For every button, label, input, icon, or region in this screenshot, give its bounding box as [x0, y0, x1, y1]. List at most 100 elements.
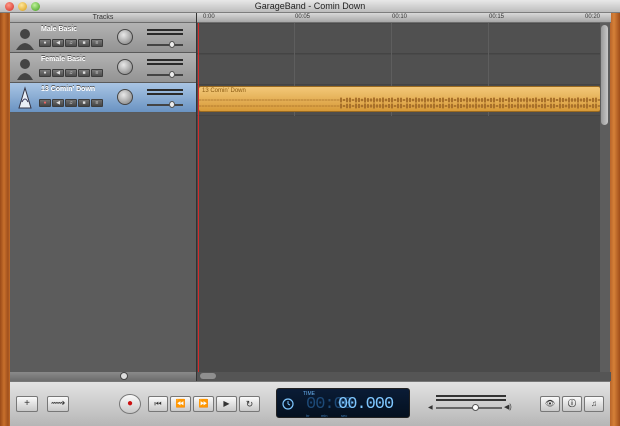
waveform-bar: [373, 97, 375, 103]
volume-slider-thumb[interactable]: [169, 41, 175, 48]
master-volume-slider[interactable]: [436, 407, 502, 409]
clock-icon[interactable]: [282, 398, 294, 410]
waveform-bar: [427, 98, 429, 102]
waveform-bar: [349, 103, 351, 109]
track-view-button[interactable]: ≡: [91, 39, 103, 47]
pan-knob[interactable]: [117, 59, 133, 75]
add-track-button[interactable]: +: [16, 396, 38, 412]
waveform-bar: [358, 103, 360, 109]
waveform-bar: [571, 98, 573, 102]
fast-forward-button[interactable]: ⏩: [193, 396, 214, 412]
waveform-bar: [238, 105, 240, 107]
track-view-button[interactable]: ≡: [91, 99, 103, 107]
volume-slider-thumb[interactable]: [169, 101, 175, 108]
vertical-scrollbar[interactable]: [600, 23, 610, 381]
waveform-bar: [487, 104, 489, 108]
audio-region[interactable]: 13 Comin' Down: [198, 86, 601, 112]
waveform-bar: [550, 103, 552, 109]
waveform-bar: [211, 99, 213, 101]
waveform-bar: [502, 103, 504, 109]
waveform-bar: [241, 99, 243, 101]
waveform-bar: [304, 99, 306, 101]
horizontal-scroll-thumb[interactable]: [200, 373, 216, 379]
playhead[interactable]: [198, 23, 199, 381]
timeline-area[interactable]: 0:00 00:05 00:10 00:15 00:20 13 Comin' D…: [196, 13, 611, 381]
waveform-bar: [274, 105, 276, 107]
waveform-bar: [277, 105, 279, 107]
waveform-bar: [484, 103, 486, 109]
waveform-bar: [364, 103, 366, 109]
master-level-meter: [436, 395, 506, 397]
solo-button[interactable]: ♫: [65, 69, 77, 77]
volume-slider[interactable]: [147, 71, 183, 78]
waveform-bar: [256, 99, 258, 101]
master-volume[interactable]: ◀ ◀): [428, 394, 512, 412]
volume-slider[interactable]: [147, 101, 183, 108]
waveform-bar: [319, 99, 321, 101]
waveform-bar: [592, 103, 594, 109]
zoom-slider-thumb[interactable]: [120, 372, 128, 380]
waveform-bar: [283, 105, 285, 107]
waveform-bar: [364, 97, 366, 103]
track-name: 13 Comin' Down: [41, 86, 96, 93]
editor-button[interactable]: 👁: [540, 396, 560, 412]
waveform-bar: [268, 105, 270, 107]
lock-button[interactable]: ■: [78, 39, 90, 47]
lock-button[interactable]: ■: [78, 69, 90, 77]
track-lane[interactable]: [197, 55, 601, 85]
vertical-scroll-thumb[interactable]: [601, 25, 608, 125]
record-button[interactable]: ●: [119, 394, 141, 414]
waveform-bar: [415, 97, 417, 103]
mute-button[interactable]: ◀: [52, 39, 64, 47]
horizontal-scrollbar[interactable]: [197, 372, 611, 381]
track-view-button[interactable]: ≡: [91, 69, 103, 77]
waveform-bar: [499, 103, 501, 109]
mute-button[interactable]: ◀: [52, 69, 64, 77]
waveform-bar: [376, 98, 378, 102]
waveform-bar: [421, 98, 423, 102]
volume-slider-thumb[interactable]: [169, 71, 175, 78]
speaker-low-icon: ◀: [428, 405, 433, 411]
waveform-bar: [220, 105, 222, 107]
waveform-bar: [565, 98, 567, 102]
info-button[interactable]: ⓘ: [562, 396, 582, 412]
pan-knob[interactable]: [117, 89, 133, 105]
loop-browser-button[interactable]: ⟿: [47, 396, 69, 412]
waveform-bar: [265, 105, 267, 107]
solo-button[interactable]: ♫: [65, 99, 77, 107]
waveform-bar: [568, 97, 570, 103]
track-header-male-basic[interactable]: Male Basic ● ◀ ♫ ■ ≡: [10, 23, 196, 53]
track-header-female-basic[interactable]: Female Basic ● ◀ ♫ ■ ≡: [10, 53, 196, 83]
mute-button[interactable]: ◀: [52, 99, 64, 107]
play-button[interactable]: ▶: [216, 396, 237, 412]
waveform-bar: [250, 99, 252, 101]
track-lane[interactable]: [197, 24, 601, 54]
record-enable-button[interactable]: ●: [39, 99, 51, 107]
waveform-bar: [526, 97, 528, 103]
media-browser-button[interactable]: ♫: [584, 396, 604, 412]
beat-ruler[interactable]: 0:00 00:05 00:10 00:15 00:20: [197, 13, 611, 23]
waveform-bar: [223, 99, 225, 101]
waveform-bar: [370, 104, 372, 108]
lcd-display[interactable]: TIME 00:00 00.000 hr min sec: [276, 388, 410, 418]
waveform-bar: [316, 99, 318, 101]
zoom-slider[interactable]: [10, 372, 196, 381]
solo-button[interactable]: ♫: [65, 39, 77, 47]
lock-button[interactable]: ■: [78, 99, 90, 107]
pan-knob[interactable]: [117, 29, 133, 45]
waveform-bar: [523, 104, 525, 108]
go-to-start-button[interactable]: ⏮: [148, 396, 168, 412]
ruler-tick: 00:15: [489, 14, 505, 20]
record-enable-button[interactable]: ●: [39, 69, 51, 77]
rewind-button[interactable]: ⏪: [170, 396, 191, 412]
waveform-bar: [460, 97, 462, 103]
master-volume-thumb[interactable]: [472, 404, 479, 411]
record-enable-button[interactable]: ●: [39, 39, 51, 47]
region-name: 13 Comin' Down: [202, 88, 246, 94]
volume-slider[interactable]: [147, 41, 183, 48]
waveform-bar: [541, 103, 543, 109]
waveform-bar: [487, 98, 489, 102]
cycle-button[interactable]: ↻: [239, 396, 260, 412]
waveform-bar: [199, 105, 201, 107]
track-header-comin-down[interactable]: 13 Comin' Down ● ◀ ♫ ■ ≡: [10, 83, 196, 113]
